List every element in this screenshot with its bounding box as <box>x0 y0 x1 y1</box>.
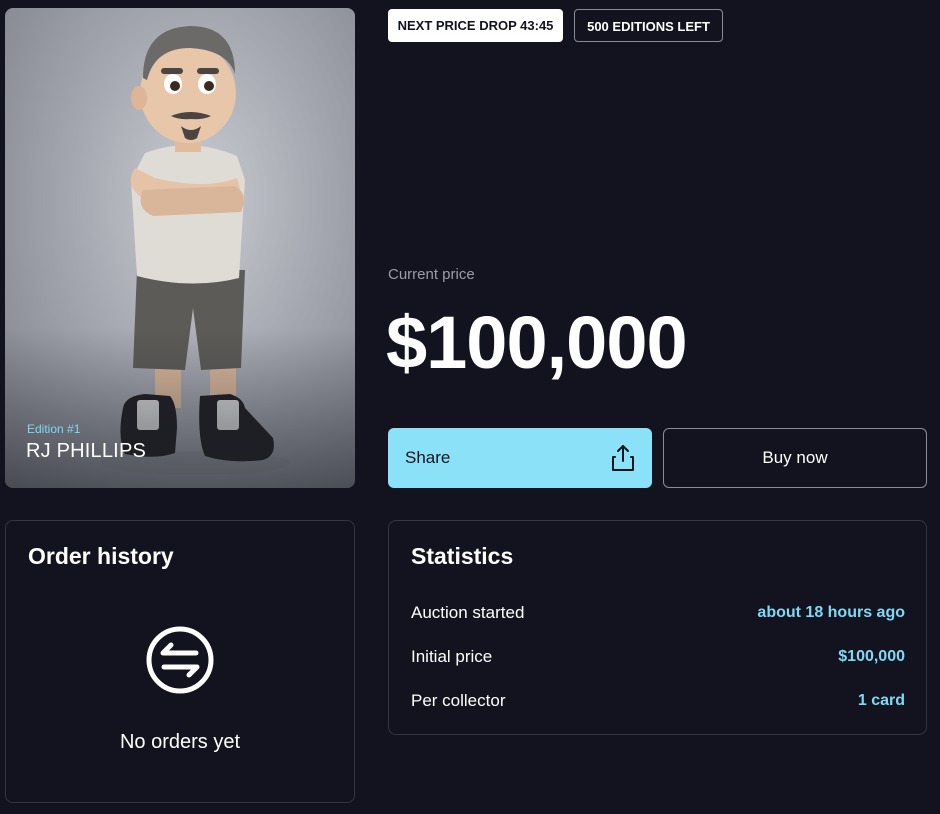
stat-row-per-collector: Per collector 1 card <box>411 691 905 715</box>
stat-value: about 18 hours ago <box>757 604 905 621</box>
stat-label: Per collector <box>411 691 506 710</box>
character-card[interactable]: Edition #1 RJ PHILLIPS <box>5 8 355 488</box>
stat-value: 1 card <box>857 692 905 709</box>
no-orders-text: No orders yet <box>119 731 241 753</box>
statistics-title: Statistics <box>411 543 514 569</box>
share-button-label: Share <box>405 448 451 467</box>
editions-left-badge: 500 EDITIONS LEFT <box>574 9 723 42</box>
buy-now-button[interactable]: Buy now <box>663 428 927 488</box>
stat-row-auction-started: Auction started about 18 hours ago <box>411 603 905 627</box>
current-price-label: Current price <box>388 266 475 283</box>
share-button[interactable]: Share <box>388 428 652 488</box>
price-drop-badge: NEXT PRICE DROP 43:45 <box>388 9 563 42</box>
swap-arrows-icon <box>146 626 214 694</box>
card-bottom-shade <box>5 328 355 488</box>
edition-label: Edition #1 <box>27 422 81 436</box>
nft-detail-page: Edition #1 RJ PHILLIPS NEXT PRICE DROP 4… <box>0 0 940 814</box>
statistics-panel: Statistics Auction started about 18 hour… <box>388 520 927 735</box>
stat-row-initial-price: Initial price $100,000 <box>411 647 905 671</box>
current-price-value: $100,000 <box>386 301 688 384</box>
share-icon <box>612 445 634 471</box>
stat-label: Initial price <box>411 647 493 666</box>
order-history-title: Order history <box>28 543 174 569</box>
order-history-panel: Order history No orders yet <box>5 520 355 803</box>
stat-value: $100,000 <box>838 648 905 665</box>
card-name: RJ PHILLIPS <box>26 440 147 462</box>
stat-label: Auction started <box>411 603 525 622</box>
